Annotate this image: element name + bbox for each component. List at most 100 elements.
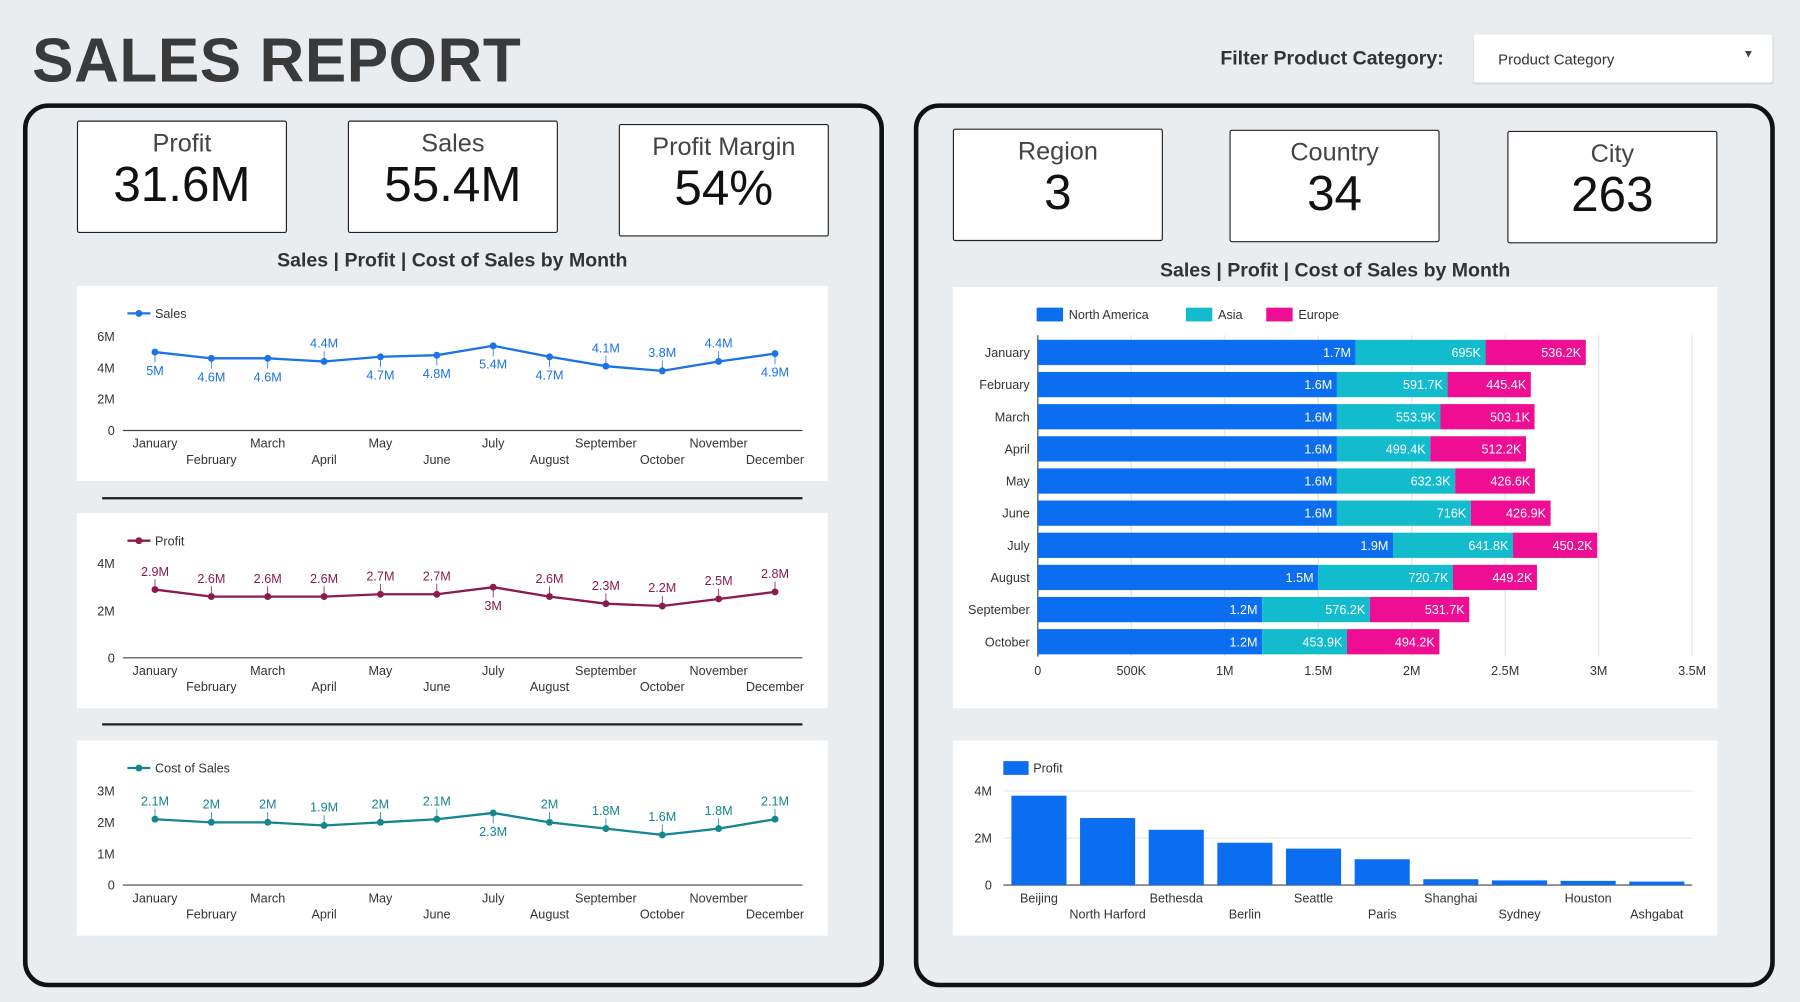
x-tick-label: 2M (1403, 664, 1421, 678)
y-tick-label: October (985, 635, 1030, 649)
kpi-region: Region 3 (952, 128, 1163, 242)
kpi-sales: Sales 55.4M (347, 120, 558, 234)
x-tick-label: July (482, 664, 505, 678)
y-tick-label: 2M (974, 832, 992, 846)
legend-label: Europe (1298, 308, 1339, 322)
data-label: 3M (484, 599, 502, 613)
x-tick-label: January (133, 437, 179, 451)
data-label: 2.7M (366, 569, 394, 583)
legend-marker (135, 537, 143, 545)
data-label: 2.3M (592, 579, 620, 593)
data-label: 720.7K (1408, 571, 1449, 585)
x-tick-label: November (690, 891, 748, 905)
kpi-label: Country (1290, 137, 1379, 167)
filter-label: Filter Product Category: (1220, 47, 1444, 69)
data-label: 2.3M (479, 825, 507, 839)
legend-swatch (1036, 307, 1064, 322)
y-tick-label: 0 (985, 879, 992, 893)
legend-swatch (1185, 307, 1213, 322)
data-label: 4.4M (310, 337, 338, 351)
page-title: SALES REPORT (32, 26, 522, 96)
data-label: 2M (259, 798, 277, 812)
y-tick-label: February (979, 378, 1030, 392)
y-tick-label: 0 (108, 879, 115, 893)
data-label: 2.1M (761, 794, 789, 808)
data-label: 1.6M (1304, 442, 1332, 456)
x-tick-label: June (423, 453, 450, 467)
x-tick-label: April (311, 907, 336, 921)
x-tick-label: August (530, 907, 570, 921)
kpi-city: City 263 (1507, 130, 1718, 244)
divider (102, 723, 803, 726)
series-line (154, 811, 776, 837)
kpi-profit-margin: Profit Margin 54% (618, 123, 829, 237)
legend-label: Profit (1033, 762, 1063, 776)
data-label: 2.6M (197, 572, 225, 586)
data-label: 1.2M (1230, 635, 1258, 649)
bar (1080, 818, 1136, 886)
y-tick-label: 6M (97, 330, 115, 344)
x-tick-label: 2.5M (1491, 664, 1519, 678)
x-tick-label: March (250, 664, 285, 678)
data-label: 499.4K (1386, 442, 1427, 456)
data-label: 449.2K (1492, 571, 1533, 585)
data-label: 494.2K (1395, 635, 1436, 649)
data-label: 3.8M (648, 346, 676, 360)
y-tick-label: 2M (97, 604, 115, 618)
bar (1285, 848, 1342, 886)
x-tick-label: Houston (1565, 891, 1612, 905)
profit-line-card: Profit 0 2M 4M January February March April May J… (76, 513, 828, 709)
data-label: 632.3K (1411, 475, 1452, 489)
cost-of-sales-line-chart: Cost of Sales 0 1M 2M 3M January February March… (97, 762, 804, 922)
data-label: 4.6M (254, 370, 282, 384)
data-label: 5M (146, 364, 164, 378)
y-tick-label: 4M (97, 557, 115, 571)
x-tick-label: Shanghai (1424, 891, 1477, 905)
x-tick-label: February (186, 680, 237, 694)
y-tick-label: 4M (97, 361, 115, 375)
x-tick-label: Beijing (1020, 891, 1058, 905)
y-tick-label: 2M (97, 816, 115, 830)
y-tick-label: 4M (974, 785, 992, 799)
x-tick-label: February (186, 453, 237, 467)
series-line (154, 586, 776, 608)
bar-segment (1037, 564, 1319, 591)
product-category-dropdown[interactable]: Product Category ▼ (1474, 34, 1773, 83)
data-label: 512.2K (1481, 442, 1522, 456)
x-tick-label: November (690, 437, 748, 451)
x-tick-label: March (250, 437, 285, 451)
y-tick-label: 1M (97, 847, 115, 861)
data-label: 1.6M (1304, 507, 1332, 521)
data-label: 553.9K (1396, 410, 1437, 424)
data-label: 1.9M (1360, 539, 1388, 553)
data-label: 4.6M (197, 370, 225, 384)
cost-line-card: Cost of Sales 0 1M 2M 3M January February March… (76, 740, 828, 936)
sales-line-chart: Sales 0 2M 4M 6M January February March April May… (97, 307, 804, 467)
x-tick-label: Seattle (1294, 891, 1333, 905)
bar (1491, 880, 1548, 886)
kpi-label: City (1590, 138, 1635, 168)
legend-swatch (1003, 761, 1029, 775)
data-label: 1.7M (1323, 346, 1351, 360)
data-label: 2.5M (705, 574, 733, 588)
data-label: 2.1M (423, 794, 451, 808)
profit-line-chart: Profit 0 2M 4M January February March April May J… (97, 534, 804, 694)
data-label: 450.2K (1553, 539, 1594, 553)
x-tick-label: November (690, 664, 748, 678)
data-label: 716K (1437, 507, 1467, 521)
legend-marker (135, 764, 143, 772)
data-label: 2M (372, 798, 390, 812)
data-label: 2.8M (761, 567, 789, 581)
bar-segment (1037, 532, 1394, 558)
x-tick-label: Sydney (1498, 907, 1541, 921)
data-label: 2.1M (141, 794, 169, 808)
kpi-label: Region (1017, 136, 1098, 166)
data-label: 503.1K (1490, 410, 1531, 424)
x-tick-label: October (640, 907, 685, 921)
data-label: 1.6M (1304, 475, 1332, 489)
kpi-country: Country 34 (1229, 129, 1440, 243)
legend-label: Sales (155, 307, 187, 321)
data-label: 2.2M (648, 581, 676, 595)
data-label: 2.6M (536, 572, 564, 586)
bar-segment (1037, 468, 1337, 494)
